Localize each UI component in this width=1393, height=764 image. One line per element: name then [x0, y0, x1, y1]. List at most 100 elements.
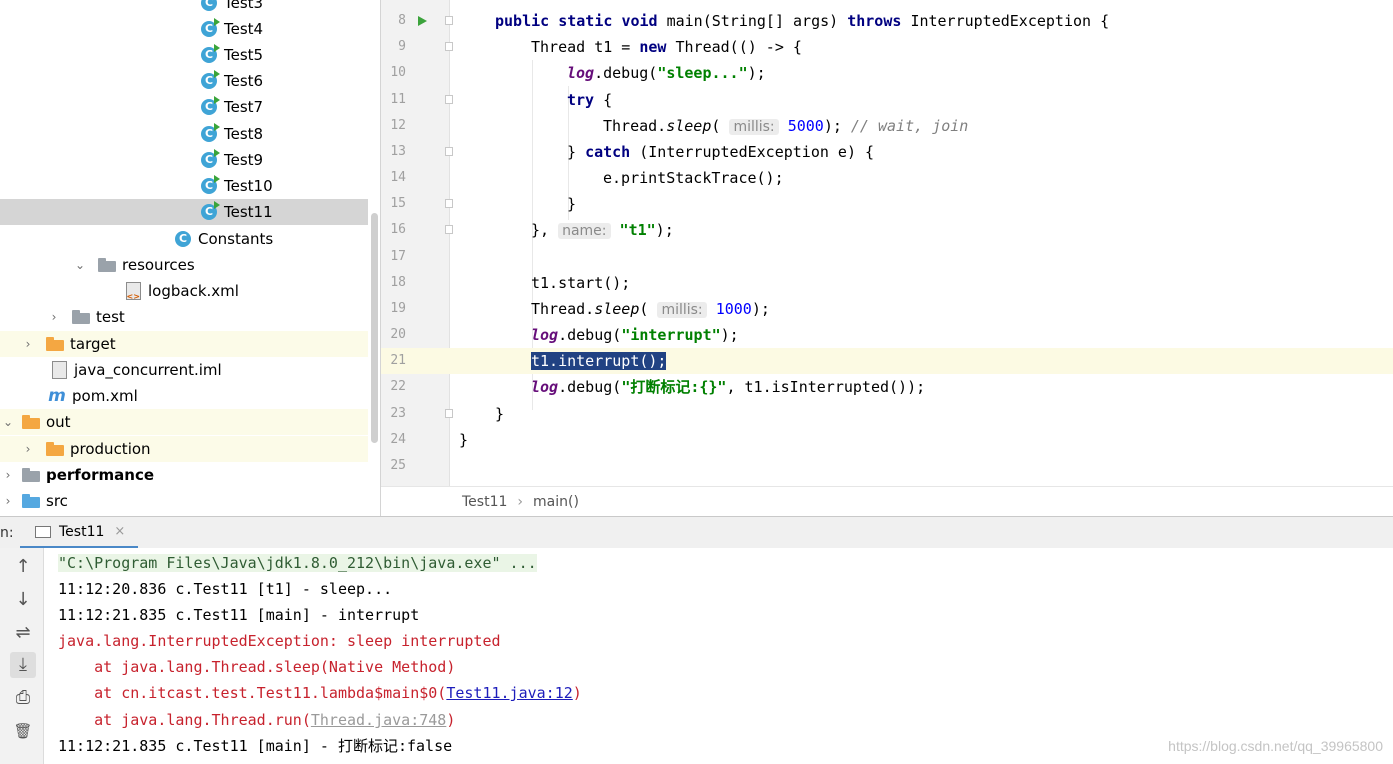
code-line-current[interactable]: 21 t1.interrupt(); — [381, 348, 1393, 374]
code-line[interactable]: 10 log.debug("sleep..."); — [381, 60, 1393, 86]
folder-icon — [72, 308, 90, 326]
code-line[interactable]: 14 e.printStackTrace(); — [381, 165, 1393, 191]
tree-item-production[interactable]: › production — [0, 436, 368, 462]
chevron-right-icon[interactable]: › — [0, 494, 16, 508]
code-line[interactable]: 24 } — [381, 427, 1393, 453]
selected-text: t1.interrupt(); — [531, 352, 667, 370]
fold-icon[interactable] — [445, 16, 453, 25]
console-line: 11:12:21.835 c.Test11 [main] - 打断标记:fals… — [58, 737, 453, 755]
chevron-right-icon[interactable]: › — [46, 310, 62, 324]
tree-item-test7[interactable]: C Test7 — [0, 94, 368, 120]
scroll-to-end-icon[interactable]: ⤓ — [10, 652, 36, 678]
java-class-icon: C — [200, 96, 220, 116]
down-arrow-icon[interactable]: ↓ — [10, 587, 36, 613]
tree-item-test4[interactable]: C Test4 — [0, 16, 368, 42]
soft-wrap-icon[interactable]: ⇌ — [10, 620, 36, 646]
tree-item-test3[interactable]: C Test3 — [0, 0, 368, 16]
chevron-down-icon[interactable]: ⌄ — [0, 415, 16, 429]
tree-item-test-folder[interactable]: › test — [0, 304, 368, 330]
tree-item-out[interactable]: ⌄ out — [0, 409, 368, 435]
chevron-down-icon[interactable]: ⌄ — [72, 258, 88, 272]
code-line[interactable]: 17 — [381, 244, 1393, 270]
code-line[interactable]: 8 public static void main(String[] args)… — [381, 8, 1393, 34]
code-line[interactable]: 16 }, name: "t1"); — [381, 217, 1393, 243]
source-folder-icon — [22, 492, 40, 510]
console-exception: java.lang.InterruptedException: sleep in… — [58, 632, 501, 650]
project-tree[interactable]: C Test3 C Test4 C Test5 C Test6 C Test7 … — [0, 0, 381, 516]
run-tool-window-header: n: Test11 × — [0, 516, 1393, 549]
run-gutter-icon[interactable] — [418, 16, 427, 26]
iml-file-icon — [50, 361, 68, 379]
fold-icon[interactable] — [445, 225, 453, 234]
run-toolbar: ↑ ↓ ⇌ ⤓ ⎙ 🗑 — [0, 548, 44, 764]
code-line[interactable]: 9 Thread t1 = new Thread(() -> { — [381, 34, 1393, 60]
stack-trace-line: at cn.itcast.test.Test11.lambda$main$0(T… — [58, 684, 582, 702]
java-class-icon: C — [174, 230, 192, 248]
tree-item-test10[interactable]: C Test10 — [0, 173, 368, 199]
fold-icon[interactable] — [445, 95, 453, 104]
tree-item-test9[interactable]: C Test9 — [0, 147, 368, 173]
tree-item-test6[interactable]: C Test6 — [0, 68, 368, 94]
chevron-right-icon[interactable]: › — [0, 468, 16, 482]
excluded-folder-icon — [46, 440, 64, 458]
code-line[interactable]: 11 try { — [381, 87, 1393, 113]
breadcrumb-class[interactable]: Test11 — [462, 494, 507, 510]
java-class-icon: C — [200, 0, 218, 12]
param-hint: name: — [558, 223, 611, 239]
java-class-icon: C — [200, 18, 220, 38]
tree-item-constants[interactable]: C Constants — [0, 226, 368, 252]
code-line[interactable]: 25 — [381, 453, 1393, 479]
breadcrumb-method[interactable]: main() — [533, 494, 579, 510]
tree-item-iml[interactable]: java_concurrent.iml — [0, 357, 368, 383]
code-line[interactable]: 22 log.debug("打断标记:{}", t1.isInterrupted… — [381, 374, 1393, 400]
fold-icon[interactable] — [445, 147, 453, 156]
java-class-icon: C — [200, 123, 220, 143]
source-link[interactable]: Test11.java:12 — [446, 684, 572, 702]
breadcrumb: Test11 › main() — [381, 486, 1393, 517]
java-class-icon: C — [200, 44, 220, 64]
xml-file-icon — [124, 282, 142, 301]
param-hint: millis: — [729, 119, 779, 135]
tree-item-test8[interactable]: C Test8 — [0, 121, 368, 147]
print-icon[interactable]: ⎙ — [10, 685, 36, 711]
chevron-right-icon[interactable]: › — [20, 442, 36, 456]
code-line[interactable]: 12 Thread.sleep( millis: 5000); // wait,… — [381, 113, 1393, 139]
code-line[interactable]: 18 t1.start(); — [381, 270, 1393, 296]
tree-item-src[interactable]: › src — [0, 488, 368, 514]
chevron-right-icon: › — [517, 494, 523, 510]
fold-icon[interactable] — [445, 42, 453, 51]
java-class-icon: C — [200, 149, 220, 169]
close-icon[interactable]: × — [114, 524, 125, 539]
console-icon — [35, 525, 51, 538]
fold-icon[interactable] — [445, 409, 453, 418]
java-class-icon: C — [200, 175, 220, 195]
resources-folder-icon — [98, 256, 116, 274]
fold-icon[interactable] — [445, 199, 453, 208]
run-label: n: — [0, 525, 14, 541]
code-line[interactable]: 13 } catch (InterruptedException e) { — [381, 139, 1393, 165]
source-link[interactable]: Thread.java:748 — [311, 711, 446, 729]
code-line[interactable]: 23 } — [381, 401, 1393, 427]
code-line[interactable]: 19 Thread.sleep( millis: 1000); — [381, 296, 1393, 322]
stack-trace-line: at java.lang.Thread.run(Thread.java:748) — [58, 711, 456, 729]
tree-item-target[interactable]: › target — [0, 331, 368, 357]
chevron-right-icon[interactable]: › — [20, 337, 36, 351]
tree-item-resources[interactable]: ⌄ resources — [0, 252, 368, 278]
console-command-line[interactable]: "C:\Program Files\Java\jdk1.8.0_212\bin\… — [58, 554, 537, 572]
trash-icon[interactable]: 🗑 — [10, 718, 36, 744]
tree-scrollbar[interactable] — [371, 213, 378, 443]
stack-trace-line: at java.lang.Thread.sleep(Native Method) — [58, 658, 456, 676]
code-editor[interactable]: 8 public static void main(String[] args)… — [381, 0, 1393, 486]
up-arrow-icon[interactable]: ↑ — [10, 554, 36, 580]
tree-item-pom-xml[interactable]: m pom.xml — [0, 383, 368, 409]
run-tab-test11[interactable]: Test11 × — [20, 517, 138, 549]
excluded-folder-icon — [46, 335, 64, 353]
tree-item-performance[interactable]: › performance — [0, 462, 368, 488]
tree-item-test5[interactable]: C Test5 — [0, 42, 368, 68]
tree-item-logback-xml[interactable]: logback.xml — [0, 278, 368, 304]
tree-item-test11[interactable]: C Test11 — [0, 199, 368, 225]
code-line[interactable]: 15 } — [381, 191, 1393, 217]
console-output[interactable]: "C:\Program Files\Java\jdk1.8.0_212\bin\… — [44, 548, 1393, 764]
module-folder-icon — [22, 466, 40, 484]
code-line[interactable]: 20 log.debug("interrupt"); — [381, 322, 1393, 348]
